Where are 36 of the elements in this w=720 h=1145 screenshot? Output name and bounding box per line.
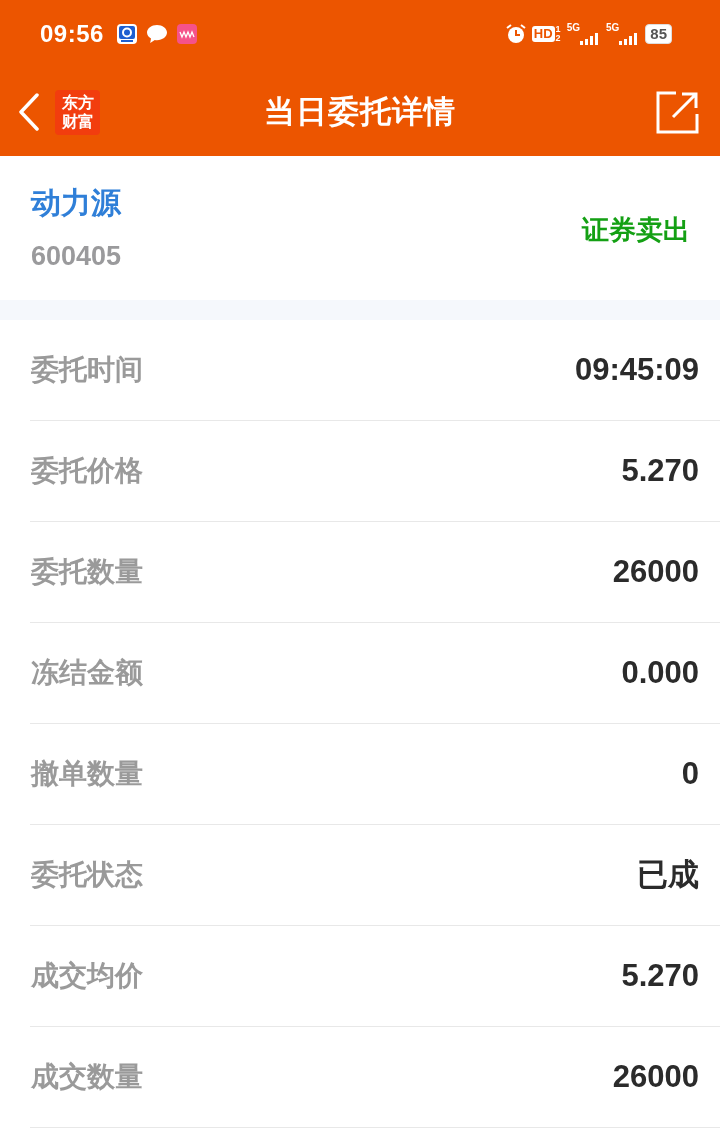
app-logo: 东方 财富 (55, 89, 100, 135)
field-value: 09:45:09 (574, 352, 699, 388)
app-icon (176, 24, 197, 44)
field-label: 委托数量 (31, 555, 143, 589)
app-icon (116, 24, 137, 44)
trade-type: 证券卖出 (582, 214, 690, 247)
back-icon[interactable] (18, 93, 40, 131)
page-title: 当日委托详情 (264, 93, 456, 131)
alarm-clock-icon (505, 24, 526, 44)
field-value: 0.000 (621, 655, 699, 691)
field-value: 5.270 (621, 453, 699, 489)
field-label: 成交数量 (31, 1060, 143, 1094)
field-label: 委托价格 (31, 454, 143, 488)
field-label: 委托时间 (31, 353, 143, 387)
field-value: 已成 (637, 856, 699, 894)
field-value: 26000 (612, 554, 699, 590)
field-value: 0 (681, 756, 699, 792)
field-label: 成交均价 (31, 959, 143, 993)
status-time: 09:56 (40, 20, 104, 48)
field-value: 5.270 (621, 958, 699, 994)
battery-indicator: 85 (645, 24, 672, 44)
signal-bars-icon (579, 33, 600, 45)
field-value: 26000 (612, 1059, 699, 1095)
hd-badge: HD (531, 26, 555, 42)
sim-number: 1 (555, 25, 561, 34)
sim-number: 2 (555, 34, 561, 43)
stock-name: 动力源 (31, 185, 121, 221)
stock-code: 600405 (31, 240, 122, 273)
signal-bars-icon (619, 33, 640, 45)
chat-bubble-icon (146, 25, 167, 43)
field-label: 撤单数量 (31, 757, 143, 791)
network-type: 5G (566, 23, 580, 33)
network-type: 5G (605, 23, 620, 33)
field-label: 委托状态 (31, 858, 143, 892)
field-label: 冻结金额 (31, 656, 143, 690)
share-icon[interactable] (656, 90, 699, 134)
